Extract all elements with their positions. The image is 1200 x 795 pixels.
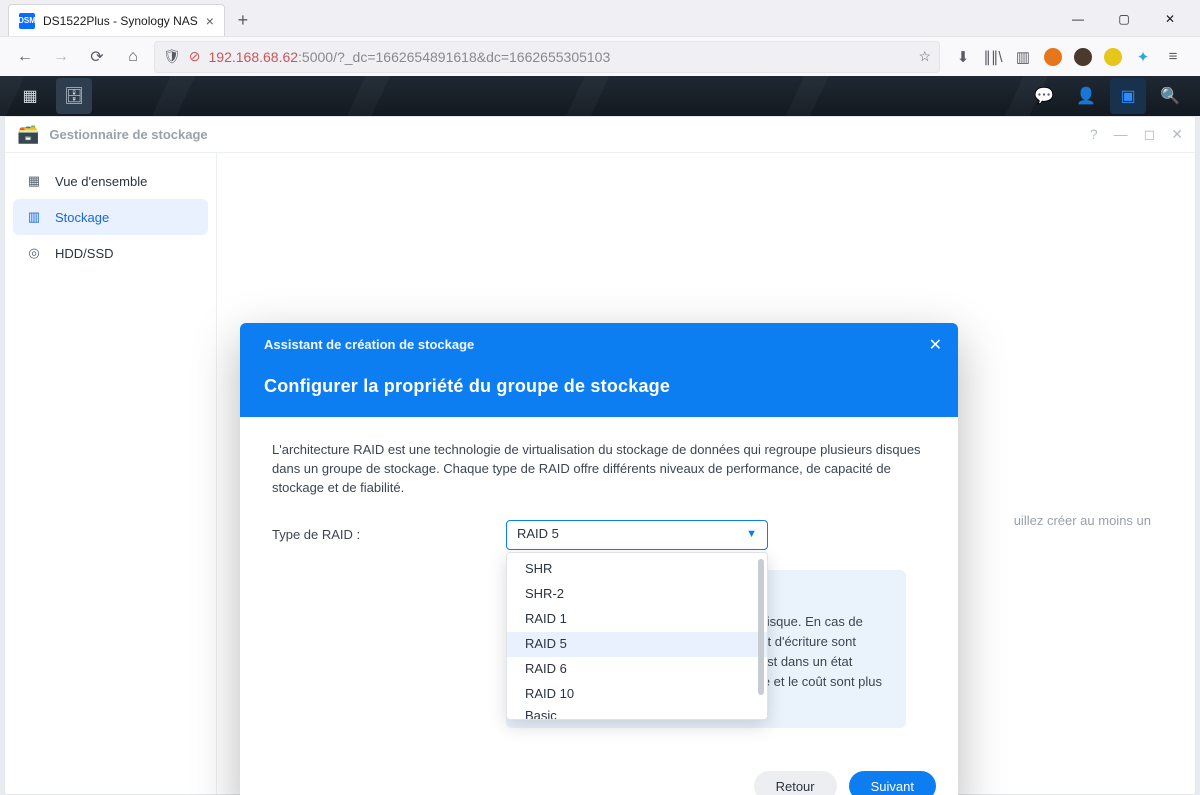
search-icon[interactable]: 🔍 xyxy=(1152,78,1188,114)
raid-option-raid-10[interactable]: RAID 10 xyxy=(507,682,767,707)
ext-yellow-icon[interactable] xyxy=(1104,48,1122,66)
raid-type-value: RAID 5 xyxy=(517,525,559,544)
favicon: DSM xyxy=(19,13,35,29)
raid-option-basic[interactable]: Basic xyxy=(507,707,767,720)
raid-option-shr[interactable]: SHR xyxy=(507,557,767,582)
new-tab-button[interactable]: + xyxy=(229,6,257,34)
close-icon[interactable]: ✕ xyxy=(1148,4,1192,34)
window-close-icon[interactable]: ✕ xyxy=(1171,126,1183,143)
sidebar-item-icon: ▦ xyxy=(25,173,43,189)
modal-close-icon[interactable]: ✕ xyxy=(929,335,942,355)
home-button[interactable]: ⌂ xyxy=(118,42,148,72)
modal-subtitle: Assistant de création de stockage xyxy=(264,337,934,352)
sidebar-item-icon: ◎ xyxy=(25,245,43,261)
desktop-area: 🗃️ Gestionnaire de stockage ? — ◻ ✕ ▦ Vue… xyxy=(0,116,1200,795)
shield-icon: 🛡 xyxy=(163,48,181,65)
raid-type-label: Type de RAID : xyxy=(272,520,482,545)
sidebar-item-vue-d-ensemble[interactable]: ▦ Vue d'ensemble xyxy=(13,163,208,199)
raid-option-raid-1[interactable]: RAID 1 xyxy=(507,607,767,632)
dsm-apps-icon[interactable]: ▦ xyxy=(12,78,48,114)
raid-option-raid-5[interactable]: RAID 5 xyxy=(507,632,767,657)
sidebar-item-label: HDD/SSD xyxy=(55,246,114,261)
window-minimize-icon[interactable]: — xyxy=(1114,126,1128,143)
download-icon[interactable]: ⬇ xyxy=(954,48,972,66)
modal-footer: Retour Suivant xyxy=(240,757,958,795)
help-icon[interactable]: ? xyxy=(1090,126,1098,143)
tab-close-icon[interactable]: × xyxy=(206,13,214,29)
back-button[interactable]: Retour xyxy=(754,771,837,795)
extension-icons: ⬇ ∥∥\ ▥ ✦ ≡ xyxy=(946,48,1190,66)
browser-chrome: DSM DS1522Plus - Synology NAS × + — ▢ ✕ … xyxy=(0,0,1200,76)
raid-type-dropdown: SHRSHR-2RAID 1RAID 5RAID 6RAID 10Basic xyxy=(506,552,768,720)
back-button[interactable]: ← xyxy=(10,42,40,72)
next-button[interactable]: Suivant xyxy=(849,771,936,795)
chat-icon[interactable]: 💬 xyxy=(1026,78,1062,114)
sidebar: ▦ Vue d'ensemble ▥ Stockage ◎ HDD/SSD xyxy=(5,153,217,794)
raid-option-shr-2[interactable]: SHR-2 xyxy=(507,582,767,607)
forward-button[interactable]: → xyxy=(46,42,76,72)
modal-body: L'architecture RAID est une technologie … xyxy=(240,417,958,757)
raid-option-raid-6[interactable]: RAID 6 xyxy=(507,657,767,682)
ext-orange-icon[interactable] xyxy=(1044,48,1062,66)
window-maximize-icon[interactable]: ◻ xyxy=(1144,126,1156,143)
barcode-icon[interactable]: ▥ xyxy=(1014,48,1032,66)
app-icon: 🗃️ xyxy=(17,124,39,145)
sidebar-item-stockage[interactable]: ▥ Stockage xyxy=(13,199,208,235)
empty-state-hint: uillez créer au moins un xyxy=(1014,513,1151,528)
raid-type-select-box[interactable]: RAID 5 ▼ xyxy=(506,520,768,550)
url-bar[interactable]: 🛡 ⊘ 192.168.68.62:5000/?_dc=166265489161… xyxy=(154,41,940,73)
modal-header: Assistant de création de stockage ✕ Conf… xyxy=(240,323,958,417)
chevron-down-icon: ▼ xyxy=(746,527,757,543)
modal-intro-text: L'architecture RAID est une technologie … xyxy=(272,441,926,498)
modal-title: Configurer la propriété du groupe de sto… xyxy=(264,376,934,397)
library-icon[interactable]: ∥∥\ xyxy=(984,48,1002,66)
ext-brown-icon[interactable] xyxy=(1074,48,1092,66)
user-icon[interactable]: 👤 xyxy=(1068,78,1104,114)
sidebar-item-label: Stockage xyxy=(55,210,109,225)
window-controls: — ▢ ✕ xyxy=(1056,4,1192,34)
app-titlebar: 🗃️ Gestionnaire de stockage ? — ◻ ✕ xyxy=(5,117,1195,153)
storage-wizard-modal: Assistant de création de stockage ✕ Conf… xyxy=(240,323,958,795)
dsm-header: ▦ 🗄 💬 👤 ▣ 🔍 xyxy=(0,76,1200,116)
sidebar-item-label: Vue d'ensemble xyxy=(55,174,147,189)
app-title: Gestionnaire de stockage xyxy=(49,127,207,142)
lock-broken-icon: ⊘ xyxy=(189,48,201,65)
url-text: 192.168.68.62:5000/?_dc=1662654891618&dc… xyxy=(209,49,611,65)
sidebar-item-hdd-ssd[interactable]: ◎ HDD/SSD xyxy=(13,235,208,271)
dsm-storage-icon[interactable]: 🗄 xyxy=(56,78,92,114)
browser-tab[interactable]: DSM DS1522Plus - Synology NAS × xyxy=(8,4,225,36)
puzzle-icon[interactable]: ✦ xyxy=(1134,48,1152,66)
bookmark-star-icon[interactable]: ☆ xyxy=(918,48,931,65)
dashboard-icon[interactable]: ▣ xyxy=(1110,78,1146,114)
sidebar-item-icon: ▥ xyxy=(25,209,43,225)
minimize-icon[interactable]: — xyxy=(1056,4,1100,34)
menu-icon[interactable]: ≡ xyxy=(1164,48,1182,66)
reload-button[interactable]: ⟳ xyxy=(82,42,112,72)
maximize-icon[interactable]: ▢ xyxy=(1102,4,1146,34)
browser-toolbar: ← → ⟳ ⌂ 🛡 ⊘ 192.168.68.62:5000/?_dc=1662… xyxy=(0,36,1200,76)
raid-type-select[interactable]: RAID 5 ▼ SHRSHR-2RAID 1RAID 5RAID 6RAID … xyxy=(506,520,768,550)
tab-strip: DSM DS1522Plus - Synology NAS × + — ▢ ✕ xyxy=(0,0,1200,36)
tab-title: DS1522Plus - Synology NAS xyxy=(43,14,198,28)
